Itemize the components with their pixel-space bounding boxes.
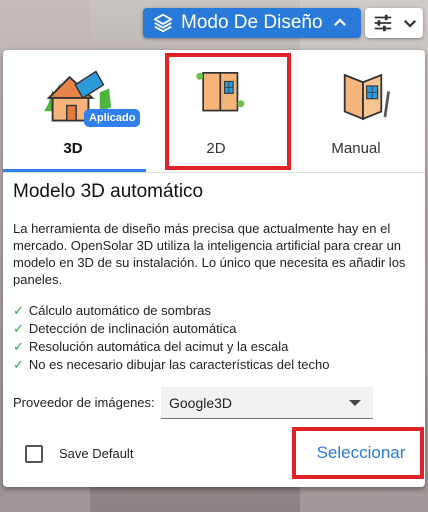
dropdown-arrow-icon	[349, 400, 361, 406]
check-icon: ✓	[13, 321, 24, 336]
highlight-box-2d	[165, 53, 291, 170]
feature-text: Detección de inclinación automática	[28, 321, 237, 336]
list-item: ✓ Cálculo automático de sombras	[13, 302, 330, 320]
list-item: ✓ Detección de inclinación automática	[13, 320, 330, 338]
feature-list: ✓ Cálculo automático de sombras ✓ Detecció…	[13, 302, 330, 374]
manual-roof-icon	[343, 73, 390, 121]
chevron-down-icon	[403, 19, 417, 28]
section-description: La herramienta de diseño más precisa que…	[13, 221, 406, 287]
imagery-provider-value: Google3D	[169, 395, 233, 411]
section-title: Modelo 3D automático	[13, 181, 204, 202]
settings-button[interactable]	[365, 8, 423, 38]
feature-text: Resolución automática del acimut y la es…	[28, 339, 289, 354]
feature-text: Cálculo automático de sombras	[28, 303, 211, 318]
check-icon: ✓	[13, 303, 24, 318]
list-item: ✓ No es necesario dibujar las característ…	[13, 356, 330, 374]
highlight-box-select	[292, 427, 424, 479]
tab-manual-label: Manual	[331, 140, 381, 157]
design-mode-button[interactable]: Modo De Diseño	[143, 8, 361, 38]
save-default-checkbox[interactable]	[25, 445, 43, 463]
feature-text: No es necesario dibujar las característi…	[28, 357, 330, 372]
tab-3d[interactable]: Aplicado 3D	[3, 50, 143, 172]
tune-icon	[374, 14, 392, 32]
imagery-provider-select[interactable]: Google3D	[161, 387, 373, 419]
tab-3d-label: 3D	[63, 140, 83, 157]
design-mode-label: Modo De Diseño	[181, 12, 323, 33]
tabs-divider	[3, 172, 425, 173]
applied-badge: Aplicado	[84, 109, 141, 127]
imagery-provider-label: Proveedor de imágenes:	[13, 395, 155, 410]
check-icon: ✓	[13, 357, 24, 372]
tab-manual[interactable]: Manual	[286, 50, 426, 172]
list-item: ✓ Resolución automática del acimut y la e…	[13, 338, 330, 356]
save-default-label: Save Default	[59, 446, 134, 461]
check-icon: ✓	[13, 339, 24, 354]
design-mode-panel: Aplicado 3D 2D Manual Modelo 3D automáti…	[3, 50, 425, 487]
layers-icon	[153, 13, 173, 33]
chevron-up-icon	[333, 18, 346, 27]
